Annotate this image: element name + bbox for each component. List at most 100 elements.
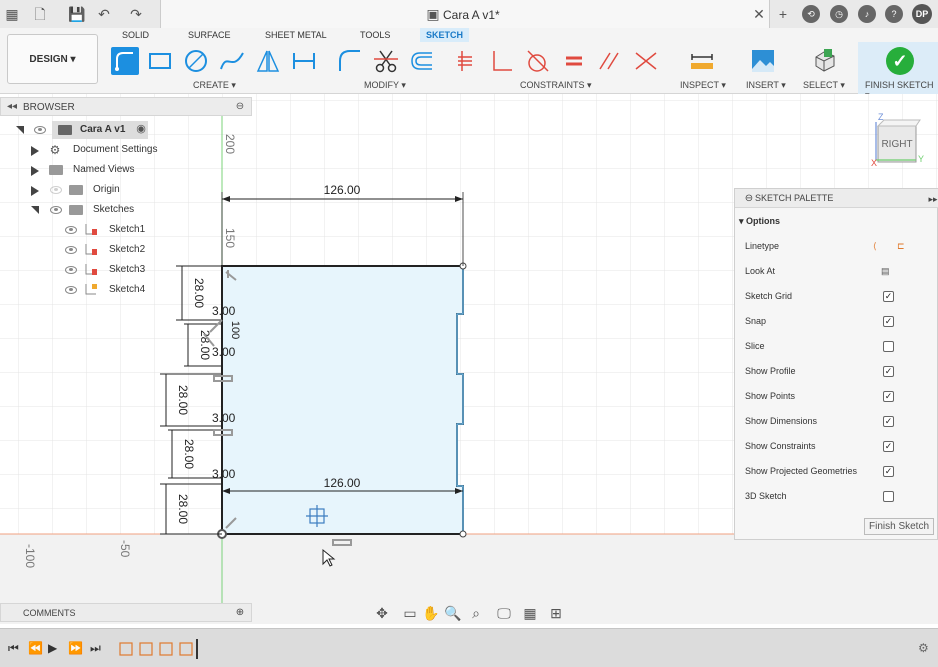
tab-solid[interactable]: SOLID	[122, 28, 149, 42]
select-menu[interactable]: SELECT ▾	[803, 80, 845, 91]
equal-constraint-button[interactable]	[560, 47, 588, 75]
measure-tool-button[interactable]	[688, 47, 716, 75]
constraints-menu[interactable]: CONSTRAINTS ▾	[520, 80, 592, 91]
spline-tool-button[interactable]	[218, 47, 246, 75]
tree-item-sketch1[interactable]: Sketch1	[109, 221, 145, 239]
insert-menu[interactable]: INSERT ▾	[746, 80, 786, 91]
look-at-nav-icon[interactable]: ▭	[402, 605, 418, 621]
collapse-panel-icon[interactable]: ◂◂	[4, 99, 20, 115]
origin-expand-icon[interactable]	[31, 186, 39, 196]
panel-options-icon[interactable]: ⊖	[232, 99, 248, 115]
tree-item-sketches[interactable]: Sketches	[93, 201, 134, 219]
root-expand-icon[interactable]	[16, 126, 24, 134]
select-tool-button[interactable]	[810, 47, 838, 75]
grid-settings-icon[interactable]: ▦	[522, 605, 538, 621]
inspect-menu[interactable]: INSPECT ▾	[680, 80, 726, 91]
visibility-eye-icon[interactable]	[50, 186, 62, 194]
show-points-checkbox[interactable]: ✓	[883, 391, 894, 402]
expand-palette-icon[interactable]: ▸▸	[925, 191, 938, 207]
help-icon[interactable]: ?	[885, 5, 903, 23]
save-icon[interactable]: 💾	[68, 6, 85, 22]
finish-sketch-button[interactable]: Finish Sketch	[864, 518, 934, 535]
tab-surface[interactable]: SURFACE	[188, 28, 231, 42]
visibility-eye-icon[interactable]	[65, 246, 77, 254]
visibility-eye-icon[interactable]	[65, 286, 77, 294]
visibility-eye-icon[interactable]	[50, 206, 62, 214]
insert-image-button[interactable]	[749, 47, 777, 75]
fillet-tool-button[interactable]	[336, 47, 364, 75]
look-at-icon[interactable]: ▤	[881, 263, 890, 279]
circle-tool-button[interactable]	[182, 47, 210, 75]
zoom-icon[interactable]: 🔍	[444, 605, 461, 621]
document-icon: ▣	[426, 6, 440, 22]
options-section-toggle[interactable]: ▾ Options	[739, 213, 780, 229]
show-constraints-checkbox[interactable]: ✓	[883, 441, 894, 452]
step-forward-icon[interactable]: ⏩	[68, 641, 83, 655]
tree-item-named-views[interactable]: Named Views	[73, 161, 135, 179]
timeline-settings-gear-icon[interactable]: ⚙	[918, 641, 929, 655]
notifications-icon[interactable]: ♪	[858, 5, 876, 23]
snap-checkbox[interactable]: ✓	[883, 316, 894, 327]
mirror-tool-button[interactable]	[254, 47, 282, 75]
tree-item-sketch3[interactable]: Sketch3	[109, 261, 145, 279]
orbit-icon[interactable]: ✥	[374, 605, 390, 621]
step-back-icon[interactable]: ⏪	[28, 641, 43, 655]
viewcube[interactable]: RIGHT Z Y X	[871, 112, 924, 168]
comments-panel[interactable]: COMMENTS ⊕	[0, 603, 252, 622]
tab-sheet-metal[interactable]: SHEET METAL	[265, 28, 327, 42]
parallel-constraint-button[interactable]	[596, 47, 624, 75]
apps-grid-icon[interactable]: ▦	[4, 6, 20, 22]
slice-checkbox[interactable]	[883, 341, 894, 352]
collinear-constraint-button[interactable]	[632, 47, 660, 75]
tab-tools[interactable]: TOOLS	[360, 28, 390, 42]
sketch-grid-checkbox[interactable]: ✓	[883, 291, 894, 302]
play-icon[interactable]: ▶	[48, 641, 57, 655]
new-tab-icon[interactable]: +	[775, 6, 791, 22]
offset-tool-button[interactable]	[408, 47, 436, 75]
fit-icon[interactable]: ⌕	[468, 605, 484, 621]
rectangle-tool-button[interactable]	[146, 47, 174, 75]
viewports-icon[interactable]: ⊞	[548, 605, 564, 621]
undo-icon[interactable]: ↶	[96, 6, 112, 22]
tree-item-origin[interactable]: Origin	[93, 181, 120, 199]
show-projected-geometries-checkbox[interactable]: ✓	[883, 466, 894, 477]
doc-settings-expand-icon[interactable]	[31, 146, 39, 156]
visibility-eye-icon[interactable]	[65, 266, 77, 274]
workspace-switcher[interactable]: DESIGN ▾	[7, 34, 98, 84]
tab-sketch[interactable]: SKETCH	[420, 28, 470, 42]
tree-item-document-settings[interactable]: Document Settings	[73, 141, 158, 159]
visibility-eye-icon[interactable]	[34, 126, 46, 134]
visibility-eye-icon[interactable]	[65, 226, 77, 234]
named-views-expand-icon[interactable]	[31, 166, 39, 176]
coincident-constraint-button[interactable]	[452, 47, 480, 75]
extensions-icon[interactable]: ⟲	[802, 5, 820, 23]
perpendicular-constraint-button[interactable]	[488, 47, 516, 75]
finish-sketch-check-icon[interactable]: ✓	[886, 47, 914, 75]
comments-add-icon[interactable]: ⊕	[232, 605, 248, 621]
go-to-end-icon[interactable]: ⏭	[90, 641, 101, 656]
trim-tool-button[interactable]	[372, 47, 400, 75]
user-avatar[interactable]: DP	[912, 4, 932, 24]
redo-icon[interactable]: ↷	[128, 6, 144, 22]
show-dimensions-checkbox[interactable]: ✓	[883, 416, 894, 427]
create-menu[interactable]: CREATE ▾	[193, 80, 236, 91]
activate-radio-icon[interactable]: ◉	[133, 121, 149, 137]
close-tab-icon[interactable]: ✕	[751, 6, 767, 22]
dimension-tool-button[interactable]	[290, 47, 318, 75]
show-profile-checkbox[interactable]: ✓	[883, 366, 894, 377]
3d-sketch-checkbox[interactable]	[883, 491, 894, 502]
line-tool-button[interactable]	[111, 47, 139, 75]
tree-item-sketch4[interactable]: Sketch4	[109, 281, 145, 299]
job-status-icon[interactable]: ◷	[830, 5, 848, 23]
sketches-expand-icon[interactable]	[31, 206, 39, 214]
file-menu-icon[interactable]: 🗋	[32, 6, 48, 22]
tree-item-sketch2[interactable]: Sketch2	[109, 241, 145, 259]
construction-line-icon[interactable]: ⟨	[873, 238, 877, 254]
pan-hand-icon[interactable]: ✋	[422, 605, 439, 621]
display-settings-icon[interactable]: 🖵	[496, 605, 512, 621]
timeline-features[interactable]	[118, 639, 202, 659]
modify-menu[interactable]: MODIFY ▾	[364, 80, 406, 91]
tangent-constraint-button[interactable]	[524, 47, 552, 75]
centerline-icon[interactable]: ⊏	[897, 238, 905, 254]
go-to-start-icon[interactable]: ⏮	[8, 641, 19, 656]
